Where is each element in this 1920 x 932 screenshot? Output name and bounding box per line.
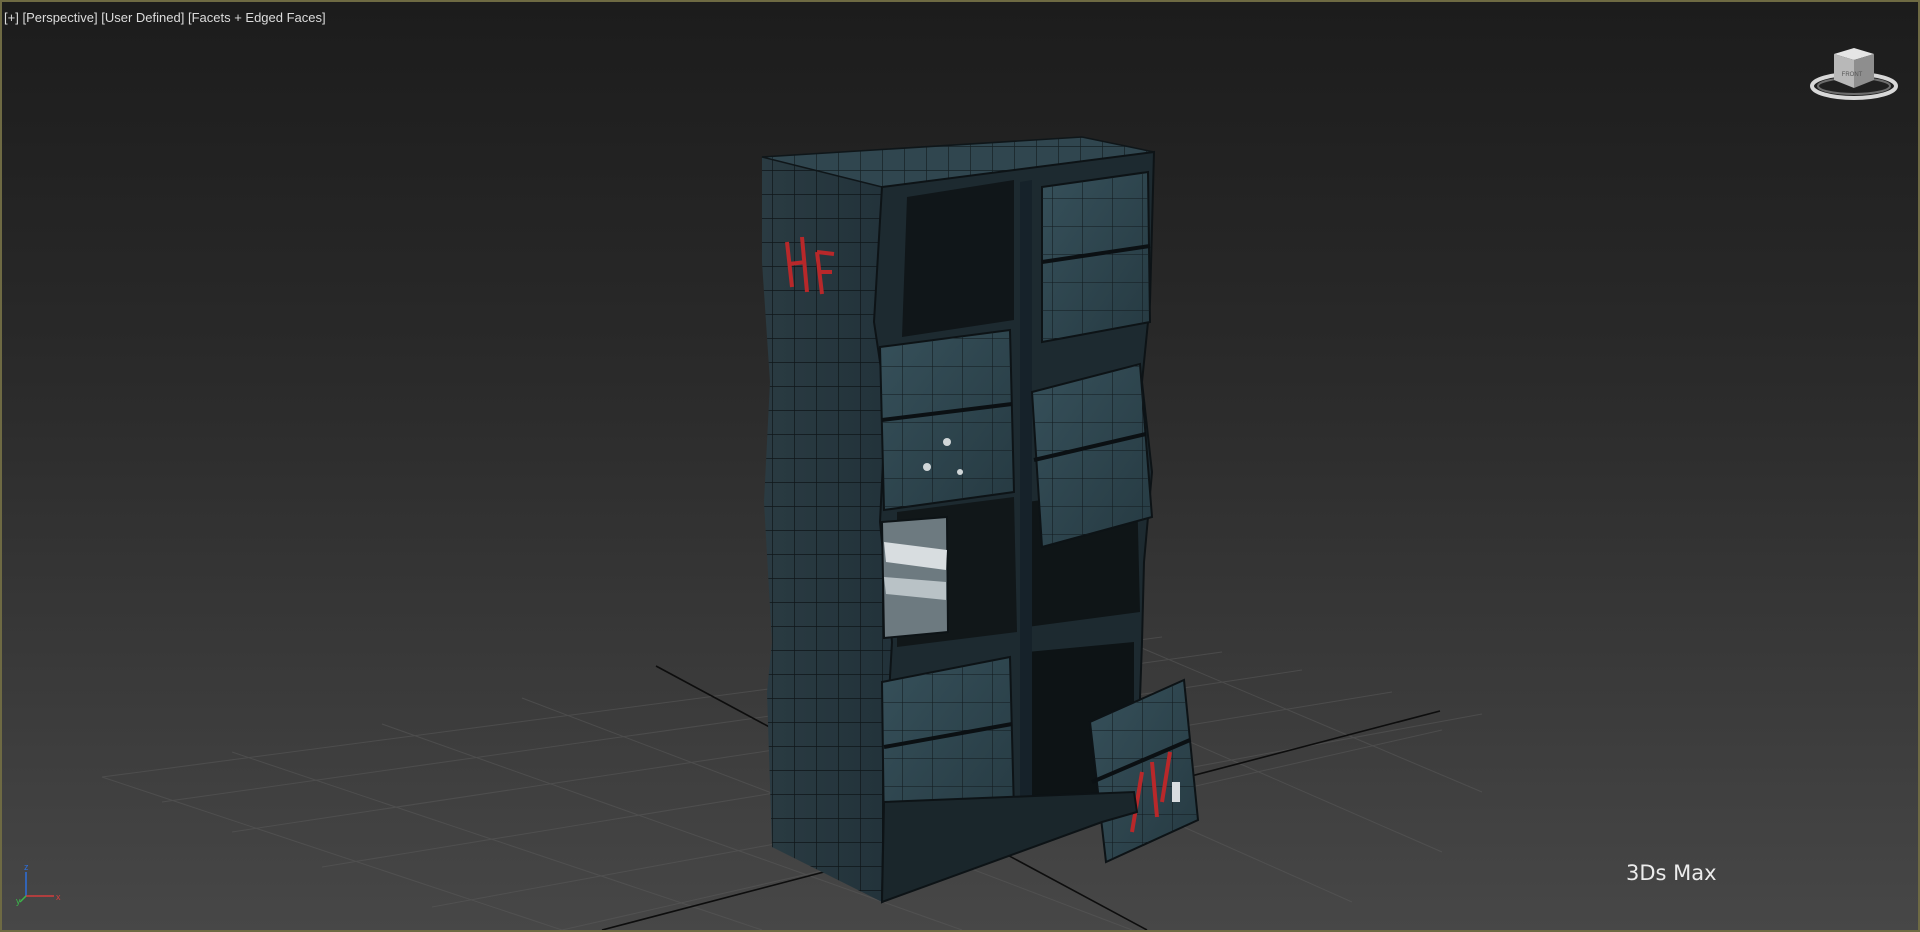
locker-base [880, 790, 1139, 904]
cubby-top-left [902, 180, 1014, 337]
scene-3d[interactable]: FRONT z x y [2, 2, 1918, 930]
locker-door-third-left-open [880, 515, 950, 640]
watermark-text: 3Ds Max [1626, 861, 1717, 885]
locker-door-second-right [1030, 362, 1154, 549]
viewcube-face-label: FRONT [1842, 72, 1863, 78]
perspective-viewport[interactable]: [+] [Perspective] [User Defined] [Facets… [0, 0, 1920, 932]
locker-model[interactable] [761, 136, 1200, 904]
locker-door-second-left [878, 328, 1016, 512]
axis-x-label: x [56, 892, 61, 902]
axis-y-label: y [16, 896, 21, 906]
axis-tripod: z x y [16, 862, 61, 906]
locker-door-top-right [1041, 170, 1152, 344]
axis-z-label: z [24, 862, 29, 872]
viewcube[interactable]: FRONT [1810, 48, 1898, 100]
